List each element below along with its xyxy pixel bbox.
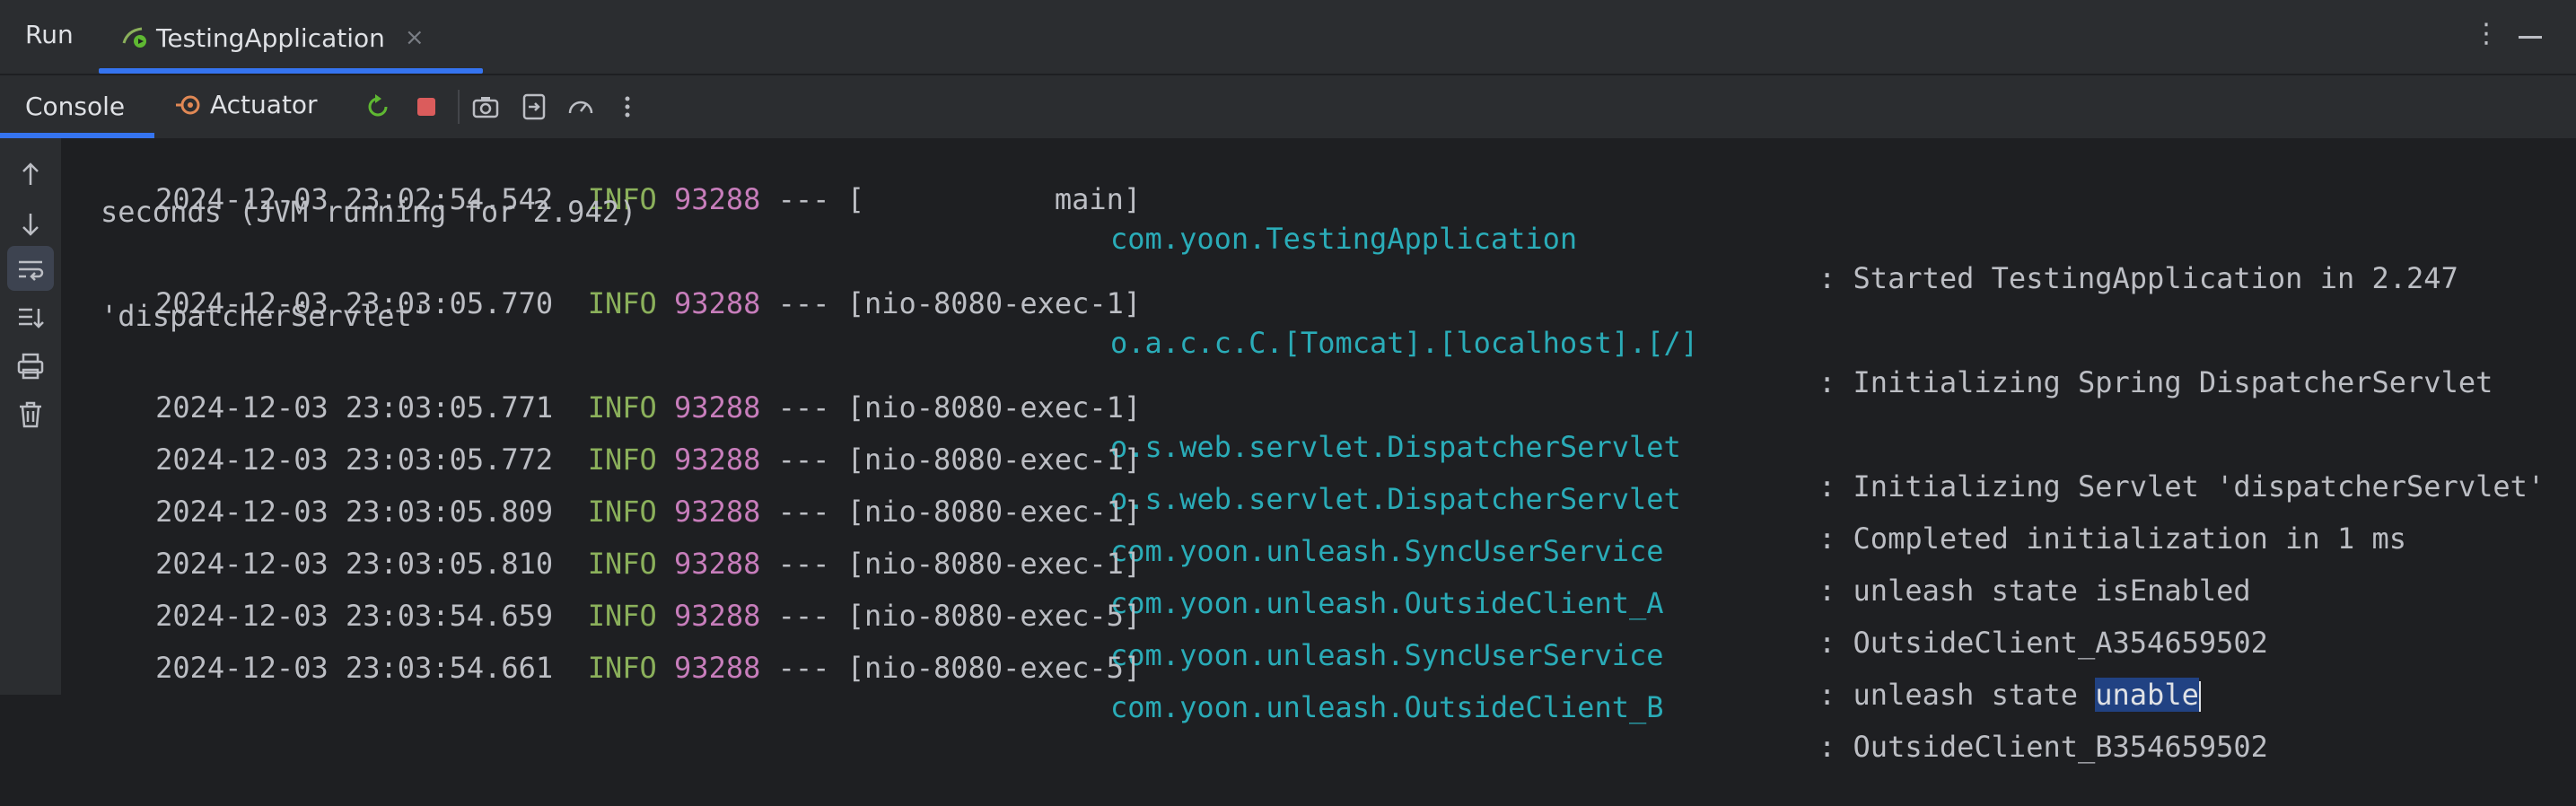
arrow-up-icon[interactable] xyxy=(14,158,47,190)
log-message-text: : unleash state xyxy=(1818,678,2096,712)
run-tool-window-header: Run TestingApplication × ⋮ xyxy=(0,0,2576,75)
log-line: 2024-12-03 23:03:05.770 INFO 93288 --- [… xyxy=(86,244,2563,399)
actuator-icon xyxy=(176,95,200,114)
log-thread: [nio-8080-exec-5] xyxy=(846,651,1142,685)
more-options-icon[interactable]: ⋮ xyxy=(2473,18,2500,49)
log-pid: 93288 xyxy=(674,286,761,320)
stop-icon[interactable] xyxy=(411,92,442,122)
log-continuation: 'dispatcherServlet' xyxy=(101,299,430,333)
log-level: INFO xyxy=(587,286,657,320)
log-separator: --- xyxy=(777,651,830,685)
console-output[interactable]: 2024-12-03 23:02:54.542 INFO 93288 --- [… xyxy=(61,138,2576,764)
tab-label: TestingApplication xyxy=(156,22,385,53)
console-toolbar: Console Actuator xyxy=(0,75,2576,138)
selected-text[interactable]: unable xyxy=(2095,678,2199,712)
log-line: 2024-12-03 23:03:05.771 INFO 93288 --- [… xyxy=(86,348,2563,504)
log-pid: 93288 xyxy=(674,182,761,216)
spring-run-icon xyxy=(122,27,146,48)
gauge-icon[interactable] xyxy=(565,92,596,122)
export-icon[interactable] xyxy=(519,92,549,122)
log-message: : OutsideClient_B354659502 xyxy=(1818,730,2268,764)
tab-testing-application[interactable]: TestingApplication × xyxy=(118,16,425,59)
arrow-down-icon[interactable] xyxy=(14,208,47,241)
log-pid: 93288 xyxy=(674,651,761,685)
close-icon[interactable]: × xyxy=(405,24,425,51)
log-level: INFO xyxy=(587,651,657,685)
log-line: 2024-12-03 23:03:54.659 INFO 93288 --- [… xyxy=(86,556,2563,712)
log-separator: --- xyxy=(777,182,830,216)
scroll-to-end-icon[interactable] xyxy=(14,302,47,334)
actuator-label: Actuator xyxy=(210,90,318,119)
log-timestamp: 2024-12-03 23:03:54.661 xyxy=(155,651,554,685)
log-line: 2024-12-03 23:03:05.810 INFO 93288 --- [… xyxy=(86,504,2563,660)
log-message: : unleash state unable xyxy=(1818,675,2201,714)
run-title: Run xyxy=(25,20,74,49)
camera-icon[interactable] xyxy=(470,92,501,122)
log-line: 2024-12-03 23:03:05.809 INFO 93288 --- [… xyxy=(86,452,2563,608)
text-caret xyxy=(2198,681,2201,712)
trash-icon[interactable] xyxy=(14,399,47,431)
console-gutter xyxy=(0,138,61,695)
soft-wrap-icon[interactable] xyxy=(14,253,47,285)
log-thread: [nio-8080-exec-1] xyxy=(846,286,1142,320)
active-tab-indicator xyxy=(99,68,483,74)
log-logger: com.yoon.unleash.OutsideClient_B xyxy=(1110,690,1664,724)
tab-console[interactable]: Console xyxy=(25,92,125,121)
log-thread: [ main] xyxy=(846,182,1142,216)
log-line: 2024-12-03 23:02:54.542 INFO 93288 --- [… xyxy=(86,140,2563,295)
tab-actuator[interactable]: Actuator xyxy=(174,90,318,119)
log-line: 2024-12-03 23:03:54.661 INFO 93288 --- [… xyxy=(86,609,2563,764)
minimize-icon[interactable] xyxy=(2519,36,2542,39)
log-continuation: seconds (JVM running for 2.942) xyxy=(101,195,637,229)
rerun-icon[interactable] xyxy=(363,92,393,122)
more-icon[interactable] xyxy=(612,92,643,122)
log-separator: --- xyxy=(777,286,830,320)
log-line: 2024-12-03 23:03:05.772 INFO 93288 --- [… xyxy=(86,400,2563,556)
print-icon[interactable] xyxy=(14,350,47,382)
toolbar-divider xyxy=(458,90,460,124)
